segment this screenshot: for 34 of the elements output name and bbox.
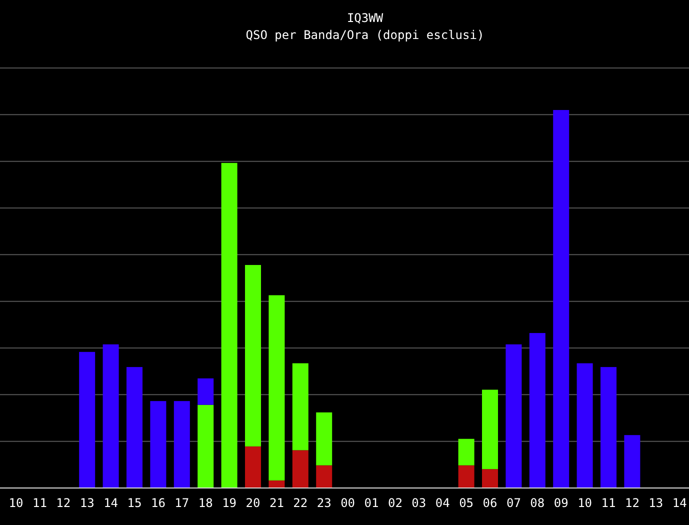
axis-label: 20 xyxy=(246,496,260,510)
axis-label: 11 xyxy=(32,496,47,510)
chart-subtitle: QSO per Banda/Ora (doppi esclusi) xyxy=(246,28,484,42)
axis-label: 16 xyxy=(150,496,166,510)
axis-label: 11 xyxy=(601,496,616,510)
axis-label: 09 xyxy=(554,496,568,510)
axis-label: 03 xyxy=(412,496,426,510)
bar xyxy=(458,465,474,488)
axis-label: 15 xyxy=(127,496,142,510)
axis-label: 19 xyxy=(222,496,237,510)
axis-label: 10 xyxy=(8,496,24,510)
axis-label: 12 xyxy=(56,496,71,510)
axis-label: 17 xyxy=(174,496,190,510)
axis-label: 14 xyxy=(104,496,118,510)
axis-label: 18 xyxy=(198,496,213,510)
axis-label: 05 xyxy=(459,496,474,510)
axis-label: 02 xyxy=(388,496,402,510)
axis-label: 21 xyxy=(269,496,284,510)
axis-label: 12 xyxy=(624,496,640,510)
axis-label: 04 xyxy=(435,496,450,510)
bar xyxy=(624,435,640,488)
axis-label: 06 xyxy=(482,496,498,510)
axis-label: 10 xyxy=(578,496,592,510)
axis-label: 07 xyxy=(506,496,521,510)
axis-label: 08 xyxy=(530,496,545,510)
axis-label: 13 xyxy=(80,496,94,510)
axis-label: 14 xyxy=(672,496,687,510)
axis-label: 23 xyxy=(316,496,332,510)
bar xyxy=(458,438,474,466)
axis-label: 00 xyxy=(340,496,356,510)
axis-label: 01 xyxy=(364,496,379,510)
axis-label: 13 xyxy=(648,496,664,510)
chart-title: IQ3WW xyxy=(346,11,384,25)
axis-label: 22 xyxy=(293,496,308,510)
